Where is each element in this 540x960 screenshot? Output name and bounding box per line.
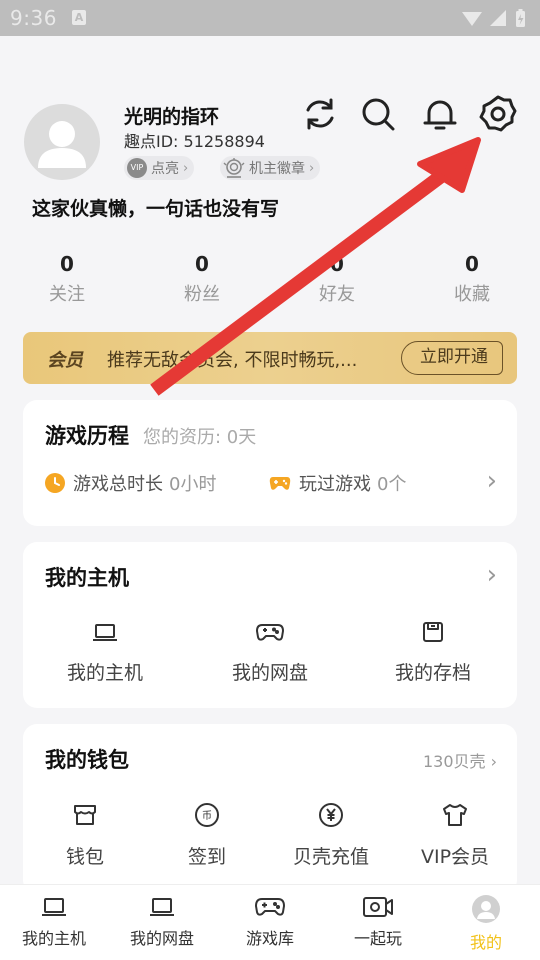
shirt-icon (395, 802, 515, 832)
stat-fans[interactable]: 0 粉丝 (152, 252, 252, 306)
refresh-icon[interactable] (300, 94, 340, 134)
stat-value: 0 (60, 252, 74, 276)
tab-label: 一起玩 (353, 929, 402, 948)
host-badge-chip[interactable]: 机主徽章 › (220, 156, 321, 180)
signal-battery-icon (460, 8, 528, 34)
laptop-icon (148, 898, 176, 923)
tab-my-cloud[interactable]: 我的网盘 (108, 895, 216, 949)
clock-icon (45, 473, 65, 493)
stat-friends[interactable]: 0 好友 (287, 252, 387, 306)
grid-wallet[interactable]: 钱包 (25, 802, 145, 869)
tab-my-host[interactable]: 我的主机 (0, 895, 108, 949)
chevron-right-icon: › (309, 160, 315, 176)
game-history-card[interactable]: 游戏历程 您的资历: 0天 游戏总时长 0小时 玩过游戏 0个 › (23, 400, 517, 526)
stat-value: 0 (330, 252, 344, 276)
stat-label: 关注 (49, 284, 85, 305)
grid-label: 贝壳充值 (292, 846, 369, 868)
tab-label: 游戏库 (245, 929, 294, 948)
vip-light-chip[interactable]: VIP 点亮 › (124, 156, 195, 180)
chevron-right-icon: › (183, 160, 189, 176)
grid-my-cloud[interactable]: 我的网盘 (210, 620, 330, 685)
avatar[interactable] (24, 104, 100, 180)
medal-icon (223, 157, 245, 179)
bottom-tabbar: 我的主机 我的网盘 游戏库 一起玩 我的 (0, 884, 540, 960)
stat-label: 好友 (319, 284, 355, 305)
status-bar: 9:36 A (0, 0, 540, 36)
grid-label: 钱包 (65, 846, 104, 868)
wallet-card: 我的钱包 130贝壳 › 钱包 币 签到 贝壳充值 VIP会员 (23, 724, 517, 894)
stat-label: 粉丝 (184, 284, 220, 305)
vip-light-label: 点亮 (151, 161, 179, 177)
vip-banner[interactable]: 会员 推荐无敌会员会, 不限时畅玩,... 立即开通 (23, 332, 517, 384)
gamepad-icon (269, 474, 291, 492)
tab-label: 我的 (469, 933, 502, 952)
stat-value: 0 (465, 252, 479, 276)
chevron-right-icon: › (486, 466, 497, 496)
open-vip-button[interactable]: 立即开通 (401, 341, 503, 375)
seniority-text: 您的资历: 0天 (143, 427, 257, 448)
avatar-icon (472, 895, 500, 927)
games-played: 玩过游戏 0个 (269, 470, 406, 496)
yen-icon (271, 802, 391, 832)
grid-vip[interactable]: VIP会员 (395, 802, 515, 869)
vip-promo-text: 推荐无敌会员会, 不限时畅玩,... (107, 350, 358, 371)
vip-badge-icon: VIP (127, 158, 147, 178)
stat-following[interactable]: 0 关注 (17, 252, 117, 306)
total-time-label: 游戏总时长 (73, 474, 163, 495)
chevron-right-icon[interactable]: › (487, 560, 497, 590)
played-label: 玩过游戏 (299, 474, 371, 495)
total-play-time: 游戏总时长 0小时 (45, 470, 216, 496)
grid-my-saves[interactable]: 我的存档 (373, 620, 493, 685)
store-icon (25, 802, 145, 832)
vip-tag: 会员 (47, 350, 83, 371)
wallet-balance[interactable]: 130贝壳 › (423, 748, 497, 772)
card-title: 游戏历程 您的资历: 0天 (45, 420, 256, 450)
stat-value: 0 (195, 252, 209, 276)
gear-icon[interactable] (478, 94, 518, 134)
user-id: 趣点ID: 51258894 (124, 132, 265, 151)
laptop-icon (45, 620, 165, 648)
grid-label: VIP会员 (420, 846, 490, 868)
balance-value: 130贝壳 (422, 752, 486, 771)
my-host-card: 我的主机 › 我的主机 我的网盘 我的存档 (23, 542, 517, 708)
tab-mine[interactable]: 我的 (432, 895, 540, 953)
stats-row: 0 关注 0 粉丝 0 好友 0 收藏 (0, 252, 540, 312)
grid-label: 我的主机 (66, 662, 143, 684)
grid-my-host[interactable]: 我的主机 (45, 620, 165, 685)
grid-checkin[interactable]: 币 签到 (147, 802, 267, 869)
user-bio: 这家伙真懒，一句话也没有写 (32, 198, 280, 220)
stat-label: 收藏 (454, 284, 490, 305)
stat-favorites[interactable]: 0 收藏 (422, 252, 522, 306)
status-time: 9:36 (10, 6, 57, 30)
notification-badge: A (72, 10, 86, 25)
save-icon (373, 620, 493, 648)
search-icon[interactable] (358, 94, 398, 134)
grid-label: 我的存档 (394, 662, 471, 684)
grid-label: 签到 (187, 846, 226, 868)
grid-label: 我的网盘 (231, 662, 308, 684)
tab-game-library[interactable]: 游戏库 (216, 895, 324, 949)
tab-label: 我的网盘 (129, 929, 194, 948)
total-time-value: 0小时 (169, 474, 217, 495)
grid-recharge[interactable]: 贝壳充值 (271, 802, 391, 869)
coin-icon: 币 (147, 802, 267, 832)
game-history-title: 游戏历程 (45, 424, 129, 448)
my-host-title: 我的主机 (45, 566, 129, 590)
gamepad-icon (254, 898, 286, 923)
svg-text:币: 币 (202, 810, 212, 822)
tab-label: 我的主机 (21, 929, 86, 948)
video-icon (361, 897, 395, 923)
played-value: 0个 (377, 474, 407, 495)
host-badge-label: 机主徽章 (249, 161, 305, 177)
gamepad-icon (210, 620, 330, 648)
tab-play-together[interactable]: 一起玩 (324, 895, 432, 949)
laptop-icon (40, 898, 68, 923)
username: 光明的指环 (124, 106, 220, 128)
wallet-title: 我的钱包 (45, 748, 129, 772)
bell-icon[interactable] (420, 94, 460, 134)
chevron-right-icon: › (485, 752, 497, 771)
